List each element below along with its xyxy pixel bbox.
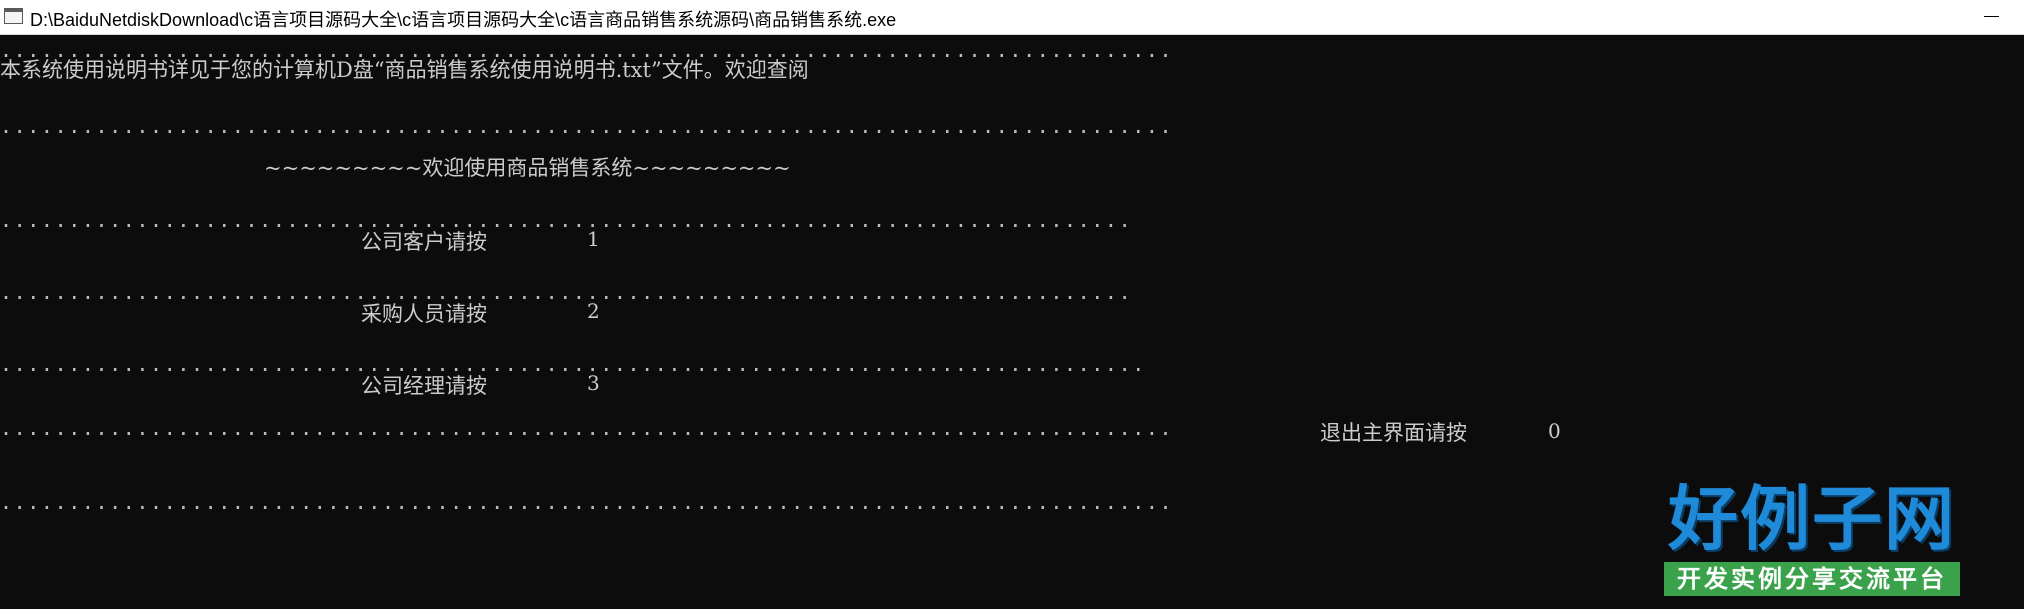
welcome-banner: ~~~~~~~~~欢迎使用商品销售系统~~~~~~~~~ [264, 156, 791, 180]
minimize-button[interactable] [1968, 0, 2014, 34]
separator-line: ........................................… [0, 416, 1174, 440]
menu-purchaser-key: 2 [587, 299, 600, 323]
menu-manager-key: 3 [587, 371, 600, 395]
separator-line: ........................................… [0, 490, 1174, 514]
menu-customer-label: 公司客户请按 [361, 230, 487, 254]
separator-line: ........................................… [0, 280, 1133, 304]
manual-notice: 本系统使用说明书详见于您的计算机D盘“商品销售系统使用说明书.txt”文件。欢迎… [0, 58, 809, 82]
menu-exit-label: 退出主界面请按 [1320, 421, 1467, 445]
menu-exit-key: 0 [1548, 419, 1561, 443]
console-app-icon [4, 8, 23, 24]
minimize-icon [1984, 16, 1999, 17]
menu-customer-key: 1 [587, 227, 600, 251]
watermark-sub-text: 开发实例分享交流平台 [1664, 562, 1960, 596]
menu-manager-label: 公司经理请按 [361, 374, 487, 398]
watermark-logo: 好例子网 开发实例分享交流平台 [1664, 480, 1964, 598]
separator-line: ........................................… [0, 352, 1146, 376]
window-titlebar[interactable]: D:\BaiduNetdiskDownload\c语言项目源码大全\c语言项目源… [0, 0, 2024, 35]
watermark-main-text: 好例子网 [1668, 477, 1956, 560]
window-title: D:\BaiduNetdiskDownload\c语言项目源码大全\c语言项目源… [30, 10, 897, 30]
separator-line: ........................................… [0, 114, 1174, 138]
menu-purchaser-label: 采购人员请按 [361, 302, 487, 326]
separator-line: ........................................… [0, 208, 1133, 232]
